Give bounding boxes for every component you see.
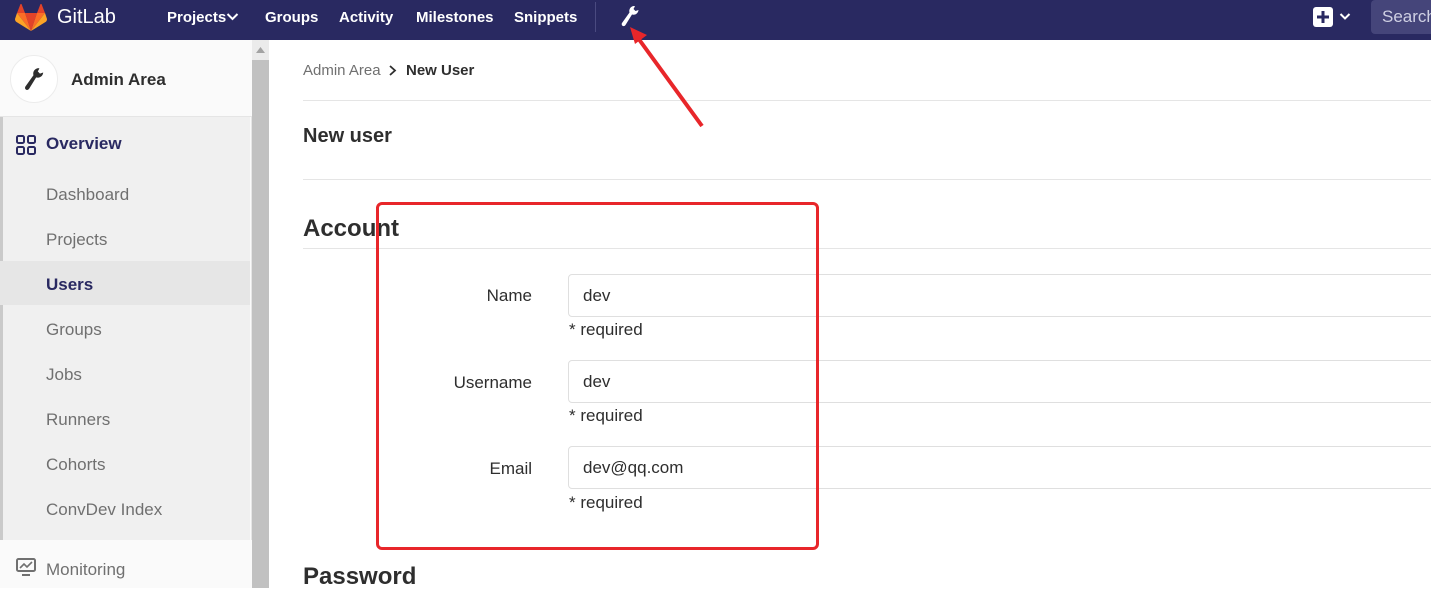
nav-snippets[interactable]: Snippets <box>514 9 577 26</box>
chevron-right-icon <box>389 65 397 76</box>
sidebar-item-jobs[interactable]: Jobs <box>46 365 82 385</box>
name-required-hint: * required <box>569 320 643 339</box>
top-navbar: GitLab Projects Groups Activity Mileston… <box>0 0 1431 40</box>
chevron-down-icon[interactable] <box>226 12 239 22</box>
search-input[interactable]: Search <box>1371 0 1431 34</box>
username-label: Username <box>453 373 532 392</box>
sidebar-context-title: Admin Area <box>71 70 166 89</box>
nav-groups[interactable]: Groups <box>265 9 318 26</box>
gitlab-logo-icon[interactable] <box>15 4 47 32</box>
nav-activity[interactable]: Activity <box>339 9 393 26</box>
plus-icon <box>1317 11 1329 23</box>
monitor-icon <box>16 558 36 576</box>
grid-icon <box>16 135 36 155</box>
email-required-hint: * required <box>569 493 643 512</box>
admin-wrench-icon[interactable] <box>619 4 641 28</box>
sidebar-item-cohorts[interactable]: Cohorts <box>46 455 106 475</box>
sidebar-item-projects[interactable]: Projects <box>46 230 107 250</box>
active-section-accent <box>0 117 3 540</box>
section-title-account: Account <box>303 215 399 242</box>
nav-projects[interactable]: Projects <box>167 9 226 26</box>
new-item-button[interactable] <box>1313 7 1333 27</box>
sidebar-item-users-highlight <box>0 261 250 305</box>
sidebar-item-groups[interactable]: Groups <box>46 320 102 340</box>
email-label: Email <box>489 459 532 478</box>
sidebar-item-dashboard[interactable]: Dashboard <box>46 185 129 205</box>
nav-divider <box>595 2 596 32</box>
page-title: New user <box>303 125 392 147</box>
sidebar: Admin Area Overview Dashboard Projects U… <box>0 40 252 588</box>
wrench-icon <box>24 68 44 90</box>
sidebar-item-overview[interactable]: Overview <box>46 134 122 154</box>
divider <box>303 179 1431 180</box>
sidebar-item-users[interactable]: Users <box>46 275 93 295</box>
divider <box>303 100 1431 101</box>
chevron-down-icon[interactable] <box>1339 12 1351 21</box>
scroll-up-arrow-icon[interactable] <box>256 47 265 53</box>
sidebar-overview-section <box>0 117 250 540</box>
section-title-password: Password <box>303 563 417 590</box>
sidebar-item-monitoring[interactable]: Monitoring <box>0 540 252 588</box>
name-label: Name <box>486 286 532 305</box>
sidebar-context-header[interactable]: Admin Area <box>0 40 252 117</box>
sidebar-item-convdev-index[interactable]: ConvDev Index <box>46 500 162 520</box>
sidebar-scrollbar-thumb[interactable] <box>252 60 269 588</box>
breadcrumb-current: New User <box>406 62 475 79</box>
name-field[interactable] <box>568 274 1431 317</box>
username-field[interactable] <box>568 360 1431 403</box>
avatar <box>10 55 58 103</box>
sidebar-item-runners[interactable]: Runners <box>46 410 110 430</box>
nav-milestones[interactable]: Milestones <box>416 9 494 26</box>
breadcrumb-parent[interactable]: Admin Area <box>303 62 381 79</box>
divider <box>303 248 1431 249</box>
brand-name[interactable]: GitLab <box>57 6 116 29</box>
username-required-hint: * required <box>569 406 643 425</box>
email-field[interactable] <box>568 446 1431 489</box>
sidebar-item-monitoring-label: Monitoring <box>46 560 126 579</box>
